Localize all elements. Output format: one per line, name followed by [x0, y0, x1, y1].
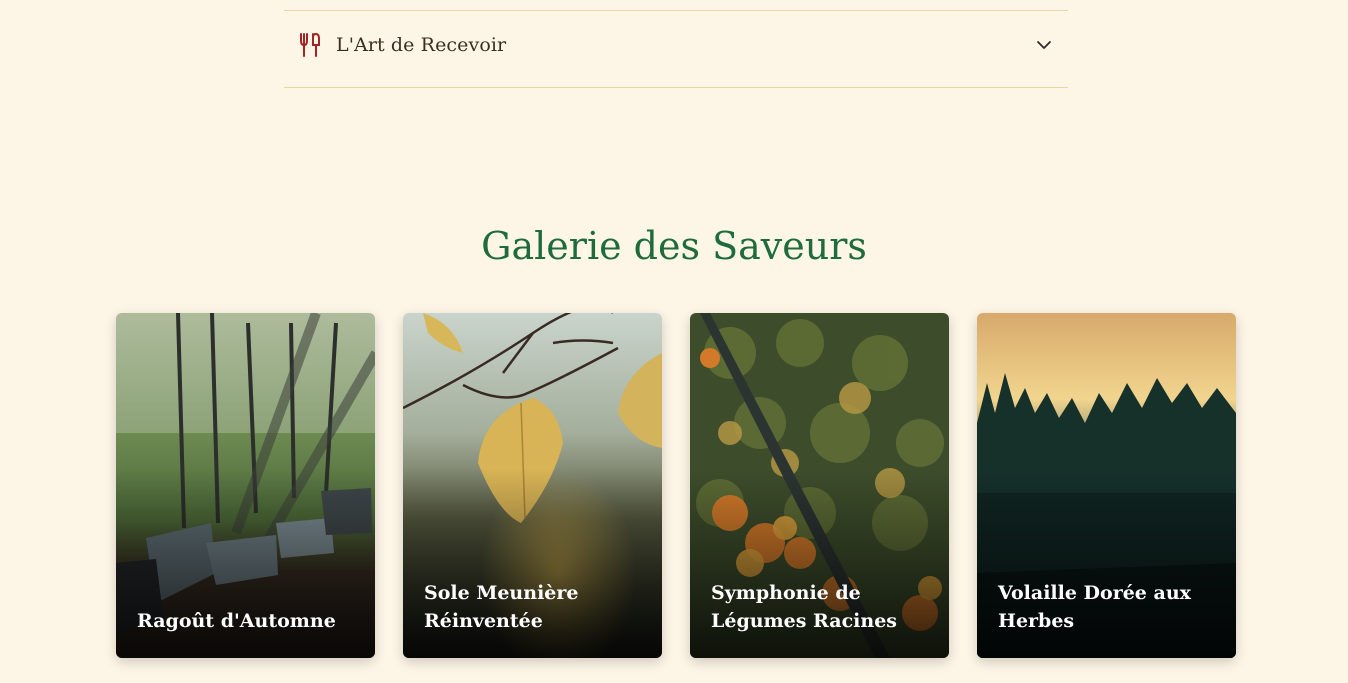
- card-caption: Ragoût d'Automne: [137, 610, 336, 632]
- accordion-title: L'Art de Recevoir: [336, 34, 507, 56]
- gallery-title: Galerie des Saveurs: [481, 224, 867, 268]
- card-caption: Volaille Dorée aux Herbes: [998, 582, 1191, 632]
- gallery-card[interactable]: Volaille Dorée aux Herbes: [977, 313, 1236, 658]
- gallery-card[interactable]: Ragoût d'Automne: [116, 313, 375, 658]
- utensils-icon: [299, 33, 321, 57]
- card-caption: Symphonie de Légumes Racines: [711, 582, 897, 632]
- accordion-art-de-recevoir[interactable]: L'Art de Recevoir: [284, 10, 1068, 88]
- gallery-card[interactable]: Symphonie de Légumes Racines: [690, 313, 949, 658]
- gallery-card[interactable]: Sole Meunière Réinventée: [403, 313, 662, 658]
- card-caption: Sole Meunière Réinventée: [424, 582, 579, 632]
- chevron-down-icon[interactable]: [1036, 37, 1052, 53]
